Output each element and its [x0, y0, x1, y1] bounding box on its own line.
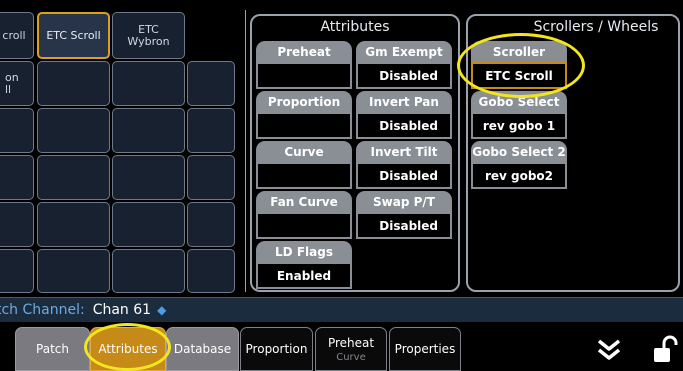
grid-cell[interactable] — [187, 155, 235, 200]
grid-cell[interactable] — [112, 108, 185, 153]
grid-cell[interactable] — [112, 249, 185, 293]
attr-value — [256, 212, 352, 239]
attr-proportion-button[interactable]: Proportion — [256, 91, 352, 139]
attr-gm-exempt-button[interactable]: Gm Exempt Disabled — [356, 41, 452, 89]
tab-label: Attributes — [98, 342, 158, 356]
scroller-button[interactable]: Scroller ETC Scroll — [471, 41, 567, 89]
attr-invert-tilt-button[interactable]: Invert Tilt Disabled — [356, 141, 452, 189]
grid-cell[interactable] — [0, 249, 34, 293]
tab-sublabel: Curve — [336, 351, 366, 363]
attr-curve-button[interactable]: Curve — [256, 141, 352, 189]
scrollers-panel-title: Scrollers / Wheels — [533, 19, 659, 35]
tab-patch[interactable]: Patch — [15, 327, 90, 371]
attr-value — [256, 162, 352, 189]
attr-label: LD Flags — [256, 241, 352, 263]
attr-value: ETC Scroll — [471, 62, 567, 89]
grid-cell[interactable] — [187, 61, 235, 106]
attr-label: Gobo Select 2 — [471, 141, 567, 163]
grid-cell[interactable] — [37, 249, 110, 293]
attr-fan-curve-button[interactable]: Fan Curve — [256, 191, 352, 239]
grid-cell[interactable] — [0, 202, 34, 247]
grid-cell[interactable] — [37, 202, 110, 247]
grid-cell[interactable] — [112, 202, 185, 247]
attributes-panel-title: Attributes — [320, 19, 390, 35]
tab-database[interactable]: Database — [166, 327, 239, 371]
tab-label: Database — [173, 342, 232, 356]
command-line[interactable]: tch Channel: Chan 61 ◆ — [0, 297, 683, 322]
unlock-icon[interactable] — [650, 334, 680, 366]
gobo-select-2-button[interactable]: Gobo Select 2 rev gobo2 — [471, 141, 567, 189]
attr-invert-pan-button[interactable]: Invert Pan Disabled — [356, 91, 452, 139]
grid-cell[interactable] — [187, 108, 235, 153]
grid-cell[interactable] — [187, 249, 235, 293]
tab-attributes[interactable]: Attributes — [90, 327, 166, 371]
tab-bar: Patch Attributes Database Proportion Pre… — [0, 322, 683, 371]
grid-cell[interactable] — [112, 61, 185, 106]
attr-value: Disabled — [356, 112, 452, 139]
channel-label: tch Channel: — [0, 302, 85, 318]
tab-properties[interactable]: Properties — [389, 327, 461, 371]
attr-value: Enabled — [256, 262, 352, 289]
attr-ld-flags-button[interactable]: LD Flags Enabled — [256, 241, 352, 289]
attr-label: Preheat — [256, 41, 352, 63]
attr-value — [256, 62, 352, 89]
grid-cell[interactable] — [37, 108, 110, 153]
attr-value: Disabled — [356, 212, 452, 239]
grid-cell-etc-scroll[interactable]: ETC Scroll — [37, 12, 110, 59]
attr-label: Scroller — [471, 41, 567, 63]
divider — [245, 10, 246, 292]
tab-label: Proportion — [245, 342, 308, 356]
attr-value: Disabled — [356, 62, 452, 89]
tab-preheat-curve[interactable]: Preheat Curve — [315, 327, 387, 371]
tab-label: Preheat — [327, 335, 375, 350]
grid-cell[interactable] — [37, 61, 110, 106]
attr-label: Swap P/T — [356, 191, 452, 213]
attr-label: Gm Exempt — [356, 41, 452, 63]
double-chevron-down-icon[interactable] — [595, 336, 623, 364]
grid-cell[interactable] — [37, 155, 110, 200]
grid-cell[interactable] — [0, 155, 34, 200]
grid-cell-on[interactable]: on ll — [0, 61, 34, 106]
grid-cell-croll[interactable]: croll — [0, 12, 34, 59]
channel-value: Chan 61 — [92, 302, 152, 318]
attr-value: rev gobo 1 — [471, 112, 567, 139]
attr-label: Invert Tilt — [356, 141, 452, 163]
attr-swap-pt-button[interactable]: Swap P/T Disabled — [356, 191, 452, 239]
tab-label: Properties — [394, 342, 456, 356]
tab-proportion[interactable]: Proportion — [240, 327, 313, 371]
grid-cell-label: croll — [2, 28, 26, 42]
attr-value: Disabled — [356, 162, 452, 189]
grid-cell[interactable] — [0, 108, 34, 153]
gobo-select-button[interactable]: Gobo Select rev gobo 1 — [471, 91, 567, 139]
attr-label: Gobo Select — [471, 91, 567, 113]
attr-label: Fan Curve — [256, 191, 352, 213]
grid-cell-label: on ll — [5, 70, 19, 96]
attr-value — [256, 112, 352, 139]
attr-value: rev gobo2 — [471, 162, 567, 189]
grid-cell-etc-wybron[interactable]: ETC Wybron — [112, 12, 185, 59]
diamond-icon: ◆ — [157, 303, 167, 317]
attr-label: Proportion — [256, 91, 352, 113]
attr-label: Invert Pan — [356, 91, 452, 113]
attr-label: Curve — [256, 141, 352, 163]
attr-preheat-button[interactable]: Preheat — [256, 41, 352, 89]
grid-cell[interactable] — [187, 202, 235, 247]
grid-cell-label: ETC Scroll — [46, 28, 101, 42]
grid-cell[interactable] — [112, 155, 185, 200]
tab-label: Patch — [36, 342, 69, 356]
grid-cell-label: ETC Wybron — [127, 22, 170, 48]
